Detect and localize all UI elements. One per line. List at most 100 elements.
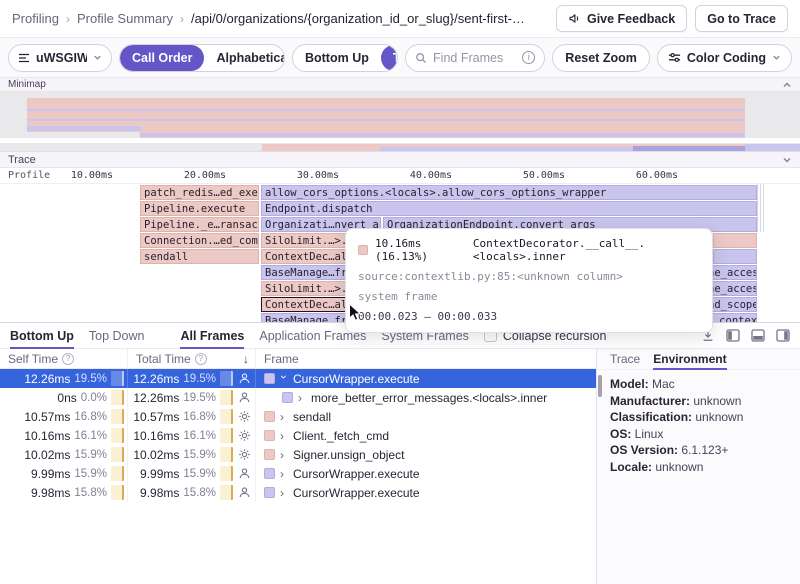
ruler-tick-10-00ms: 10.00ms: [71, 170, 113, 181]
go-to-trace-button[interactable]: Go to Trace: [695, 5, 788, 32]
tab-all-frames[interactable]: All Frames: [180, 323, 244, 349]
flame-frame[interactable]: [713, 249, 757, 264]
thread-selector[interactable]: uWSGIWor…: [8, 44, 112, 72]
frame-cell[interactable]: ›more_better_error_messages.<locals>.inn…: [256, 388, 596, 407]
total-time-cell: 9.98ms15.8%: [128, 483, 256, 502]
minimap-header[interactable]: Minimap: [0, 78, 800, 92]
table-row[interactable]: 9.99ms15.9%9.99ms15.9%›CursorWrapper.exe…: [0, 464, 596, 483]
expand-row-icon[interactable]: ›: [280, 448, 288, 462]
flame-frame[interactable]: ContextDec…als>.i: [261, 297, 346, 312]
flame-frame[interactable]: Pipeline._e…ransaction: [140, 217, 259, 232]
frame-cell[interactable]: ›Client._fetch_cmd: [256, 426, 596, 445]
table-row[interactable]: 10.57ms16.8%10.57ms16.8%›sendall: [0, 407, 596, 426]
self-time-value: 0ns: [57, 391, 76, 405]
self-time-percent: 16.1%: [74, 430, 107, 442]
frame-color-swatch: [264, 411, 275, 422]
detail-field-label: Manufacturer:: [610, 394, 693, 408]
flame-frame[interactable]: SiloLimit.…>.over: [261, 233, 346, 248]
total-time-percent: 19.5%: [183, 373, 216, 385]
sort-descending-icon[interactable]: ↓: [243, 352, 249, 366]
self-time-gauge: [111, 428, 124, 443]
find-frames-search[interactable]: i: [405, 44, 545, 72]
minimap-canvas[interactable]: [0, 92, 800, 152]
detail-field-label: OS Version:: [610, 443, 681, 457]
total-time-percent: 15.9%: [183, 449, 216, 461]
give-feedback-button[interactable]: Give Feedback: [556, 5, 687, 32]
search-input[interactable]: [433, 51, 516, 65]
expand-row-icon[interactable]: ›: [280, 429, 288, 443]
table-row[interactable]: 9.98ms15.8%9.98ms15.8%›CursorWrapper.exe…: [0, 483, 596, 502]
chevron-up-icon[interactable]: [782, 80, 792, 90]
sorting-option-alphabetical[interactable]: Alphabetical: [204, 45, 285, 71]
ruler-tick-40-00ms: 40.00ms: [410, 170, 452, 181]
direction-option-bottom-up[interactable]: Bottom Up: [293, 45, 381, 71]
frame-cell[interactable]: ›CursorWrapper.execute: [256, 464, 596, 483]
sorting-option-call-order[interactable]: Call Order: [120, 45, 204, 71]
ruler-tick-30-00ms: 30.00ms: [297, 170, 339, 181]
frames-table: Self Time ? Total Time ? ↓ Frame 12.26ms…: [0, 349, 597, 584]
frame-cell[interactable]: ›CursorWrapper.execute: [256, 369, 596, 388]
system-frame-icon: [237, 448, 252, 461]
chevron-down-icon[interactable]: [782, 155, 792, 165]
breadcrumb-item-profile-summary[interactable]: Profile Summary: [77, 11, 173, 26]
flame-frame[interactable]: Pipeline.execute: [140, 201, 259, 216]
expand-row-icon[interactable]: ›: [298, 391, 306, 405]
panel-body: Self Time ? Total Time ? ↓ Frame 12.26ms…: [0, 349, 800, 584]
frame-name: Signer.unsign_object: [293, 448, 404, 462]
expand-row-icon[interactable]: ›: [280, 410, 288, 424]
self-time-column-header[interactable]: Self Time ?: [0, 349, 128, 368]
table-row[interactable]: 12.26ms19.5%12.26ms19.5%›CursorWrapper.e…: [0, 369, 596, 388]
detail-field-os: OS: Linux: [610, 426, 787, 443]
total-time-value: 9.99ms: [140, 467, 179, 481]
self-time-cell: 10.16ms16.1%: [0, 426, 128, 445]
self-time-gauge: [111, 371, 124, 386]
frame-cell[interactable]: › Signer.unsign_object: [256, 445, 596, 464]
expand-row-icon[interactable]: ›: [280, 486, 288, 500]
total-time-percent: 16.8%: [183, 411, 216, 423]
frame-color-swatch: [264, 449, 275, 460]
ruler-profile-label: Profile: [8, 170, 50, 181]
layout-left-panel-icon[interactable]: [726, 329, 740, 342]
reset-zoom-button[interactable]: Reset Zoom: [552, 44, 650, 72]
flame-frame[interactable]: ContextDec…als>.i: [261, 249, 346, 264]
flame-frame[interactable]: allow_cors_options.<locals>.allow_cors_o…: [261, 185, 757, 200]
details-tab-trace[interactable]: Trace: [610, 349, 640, 370]
flame-frame[interactable]: [713, 233, 757, 248]
expand-row-icon[interactable]: ›: [280, 467, 288, 481]
flame-frame[interactable]: patch_redis…ed_execute: [140, 185, 259, 200]
details-tab-environment[interactable]: Environment: [653, 349, 726, 370]
detail-field-label: Locale:: [610, 460, 655, 474]
layout-bottom-panel-icon[interactable]: [751, 329, 765, 342]
tab-bottom-up[interactable]: Bottom Up: [10, 323, 74, 349]
table-row[interactable]: 10.16ms16.1%10.16ms16.1%›Client._fetch_c…: [0, 426, 596, 445]
tab-top-down[interactable]: Top Down: [89, 323, 145, 349]
details-tabs: Trace Environment: [597, 349, 800, 370]
flame-frame[interactable]: SiloLimit.…>.over: [261, 281, 346, 296]
megaphone-icon: [568, 12, 581, 25]
color-coding-button[interactable]: Color Coding: [657, 44, 792, 72]
flame-frame[interactable]: BaseManage…from_c: [261, 265, 346, 280]
application-frame-icon: [237, 486, 252, 499]
self-time-cell: 10.57ms16.8%: [0, 407, 128, 426]
table-row[interactable]: 0ns0.0%12.26ms19.5%›more_better_error_me…: [0, 388, 596, 407]
minimap-block: [745, 144, 800, 152]
detail-field-os-version: OS Version: 6.1.123+: [610, 442, 787, 459]
frame-cell[interactable]: ›sendall: [256, 407, 596, 426]
detail-field-value: Mac: [652, 377, 675, 391]
frame-column-header[interactable]: Frame: [256, 349, 596, 368]
minimap-block: [140, 133, 745, 137]
trace-header[interactable]: Trace: [0, 152, 800, 168]
table-row[interactable]: 10.02ms15.9%10.02ms15.9%›Signer.unsign_o…: [0, 445, 596, 464]
collapse-row-icon[interactable]: ›: [277, 375, 291, 383]
flame-frame[interactable]: Connection.…ed_command: [140, 233, 259, 248]
flame-frame[interactable]: sendall: [140, 249, 259, 264]
details-scrollbar-thumb[interactable]: [598, 375, 602, 397]
flame-frame[interactable]: Endpoint.dispatch: [261, 201, 757, 216]
layout-right-panel-icon[interactable]: [776, 329, 790, 342]
detail-field-model: Model: Mac: [610, 376, 787, 393]
minimap-block: [0, 138, 800, 143]
direction-option-top-down[interactable]: Top Down: [381, 45, 398, 71]
total-time-column-header[interactable]: Total Time ? ↓: [128, 349, 256, 368]
breadcrumb-item-profiling[interactable]: Profiling: [12, 11, 59, 26]
frame-cell[interactable]: ›CursorWrapper.execute: [256, 483, 596, 502]
